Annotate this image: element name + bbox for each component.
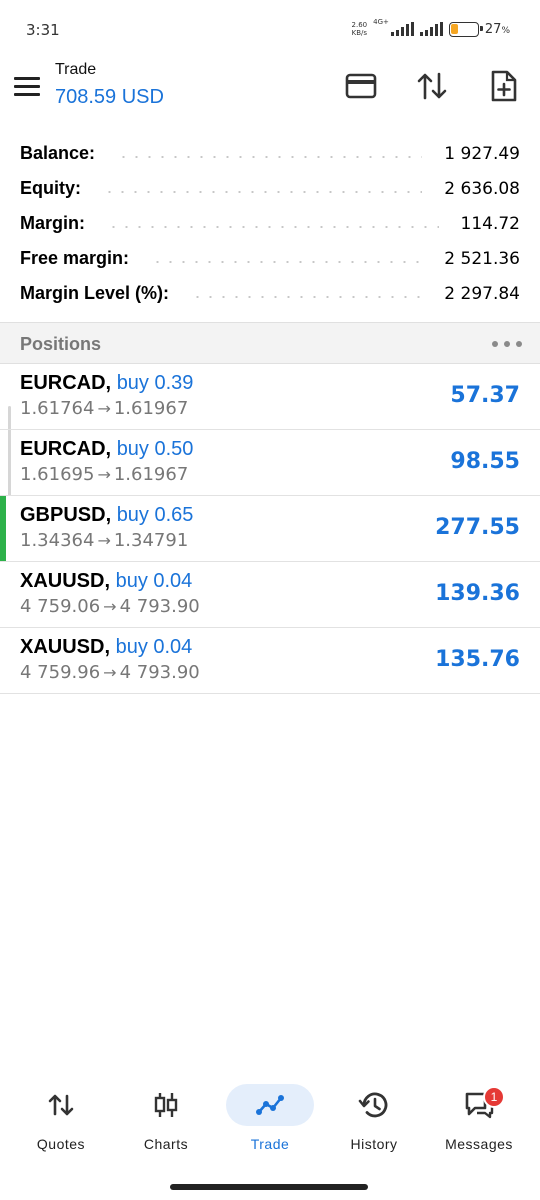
summary-row-balance: Balance: 1 927.49 [0, 136, 540, 171]
position-row[interactable]: XAUUSD, buy 0.04 4 759.96 → 4 793.90 135.7… [0, 628, 540, 694]
nav-trade[interactable]: Trade [220, 1078, 320, 1158]
menu-icon[interactable] [14, 72, 42, 100]
position-symbol: EURCAD, [20, 372, 112, 394]
unread-badge: 1 [483, 1086, 505, 1108]
battery-icon [448, 21, 483, 37]
nav-label: Messages [445, 1136, 513, 1152]
page-title: Trade [55, 61, 97, 78]
summary-label: Margin: [20, 213, 85, 233]
summary-value: 1 927.49 [444, 143, 520, 164]
summary-label: Margin Level (%): [20, 283, 170, 303]
account-summary: Balance: 1 927.49 Equity: 2 636.08 Margi… [0, 136, 540, 311]
summary-row-margin-level: Margin Level (%): 2 297.84 [0, 276, 540, 311]
history-icon [330, 1084, 418, 1126]
battery-percent: 27% [484, 21, 510, 37]
position-open-price: 1.61764 [20, 398, 95, 419]
positions-list: EURCAD, buy 0.39 1.61764 → 1.61967 57.37 E… [0, 364, 540, 694]
position-symbol: XAUUSD, [20, 636, 111, 658]
position-symbol: XAUUSD, [20, 570, 111, 592]
position-side: buy 0.04 [115, 570, 193, 592]
position-current-price: 1.61967 [113, 464, 189, 485]
positions-header: Positions [0, 322, 540, 364]
summary-value: 2 521.36 [444, 248, 520, 269]
nav-label: Trade [250, 1136, 290, 1152]
position-profit: 139.36 [435, 581, 520, 606]
position-open-price: 4 759.06 [20, 596, 101, 617]
position-row[interactable]: XAUUSD, buy 0.04 4 759.06 → 4 793.90 139.3… [0, 562, 540, 628]
nav-label: History [350, 1136, 398, 1152]
position-symbol: EURCAD, [20, 438, 112, 460]
position-symbol: GBPUSD, [20, 504, 112, 526]
signal-icon-secondary [419, 22, 443, 36]
status-time: 3:31 [26, 21, 60, 39]
position-side: buy 0.39 [116, 372, 194, 394]
position-profit: 98.55 [450, 449, 520, 474]
trade-icon [226, 1084, 314, 1126]
position-profit: 135.76 [435, 647, 520, 672]
position-open-price: 1.61695 [20, 464, 95, 485]
bottom-navigation: Quotes Charts Trade History 1 Messages [0, 1078, 540, 1170]
position-open-price: 4 759.96 [20, 662, 101, 683]
more-options-icon[interactable] [492, 335, 522, 353]
sort-arrows-icon[interactable] [414, 68, 450, 104]
position-profit: 277.55 [435, 515, 520, 540]
messages-icon [435, 1084, 523, 1126]
positions-title: Positions [20, 334, 102, 354]
position-row[interactable]: EURCAD, buy 0.50 1.61695 → 1.61967 98.55 [0, 430, 540, 496]
status-icons: 2.60 KB/s 4G+ 27% [352, 18, 510, 40]
network-type: 4G+ [373, 18, 389, 26]
position-side: buy 0.65 [116, 504, 194, 526]
nav-label: Charts [143, 1136, 189, 1152]
network-speed: 2.60 KB/s [351, 21, 368, 37]
position-current-price: 1.34791 [113, 530, 189, 551]
app-header: Trade 708.59 USD [0, 58, 540, 128]
nav-messages[interactable]: 1 Messages [429, 1078, 529, 1158]
position-row[interactable]: EURCAD, buy 0.39 1.61764 → 1.61967 57.37 [0, 364, 540, 430]
summary-value: 2 297.84 [444, 283, 520, 304]
nav-charts[interactable]: Charts [116, 1078, 216, 1158]
nav-label: Quotes [36, 1136, 86, 1152]
position-side: buy 0.04 [115, 636, 193, 658]
position-side: buy 0.50 [116, 438, 194, 460]
nav-history[interactable]: History [324, 1078, 424, 1158]
quotes-icon [17, 1084, 105, 1126]
summary-label: Equity: [20, 178, 81, 198]
card-icon[interactable] [343, 68, 379, 104]
arrow-right-icon: → [103, 663, 117, 682]
position-open-price: 1.34364 [20, 530, 95, 551]
status-bar: 3:31 2.60 KB/s 4G+ 27% [0, 0, 540, 58]
battery-level [451, 24, 459, 34]
position-current-price: 4 793.90 [119, 596, 200, 617]
header-balance: 708.59 USD [55, 86, 164, 108]
position-profit: 57.37 [450, 383, 520, 408]
signal-icon [390, 22, 414, 36]
nav-quotes[interactable]: Quotes [11, 1078, 111, 1158]
summary-row-margin: Margin: 114.72 [0, 206, 540, 241]
summary-label: Balance: [20, 143, 96, 163]
summary-label: Free margin: [20, 248, 130, 268]
position-row-selected[interactable]: GBPUSD, buy 0.65 1.34364 → 1.34791 277.55 [0, 496, 540, 562]
arrow-right-icon: → [97, 531, 111, 550]
position-current-price: 4 793.90 [119, 662, 200, 683]
arrow-right-icon: → [103, 597, 117, 616]
position-current-price: 1.61967 [113, 398, 189, 419]
summary-row-free-margin: Free margin: 2 521.36 [0, 241, 540, 276]
arrow-right-icon: → [97, 399, 111, 418]
summary-value: 114.72 [460, 213, 520, 234]
home-indicator[interactable] [170, 1184, 368, 1190]
charts-icon [122, 1084, 210, 1126]
new-order-icon[interactable] [486, 68, 522, 104]
summary-row-equity: Equity: 2 636.08 [0, 171, 540, 206]
arrow-right-icon: → [97, 465, 111, 484]
summary-value: 2 636.08 [444, 178, 520, 199]
